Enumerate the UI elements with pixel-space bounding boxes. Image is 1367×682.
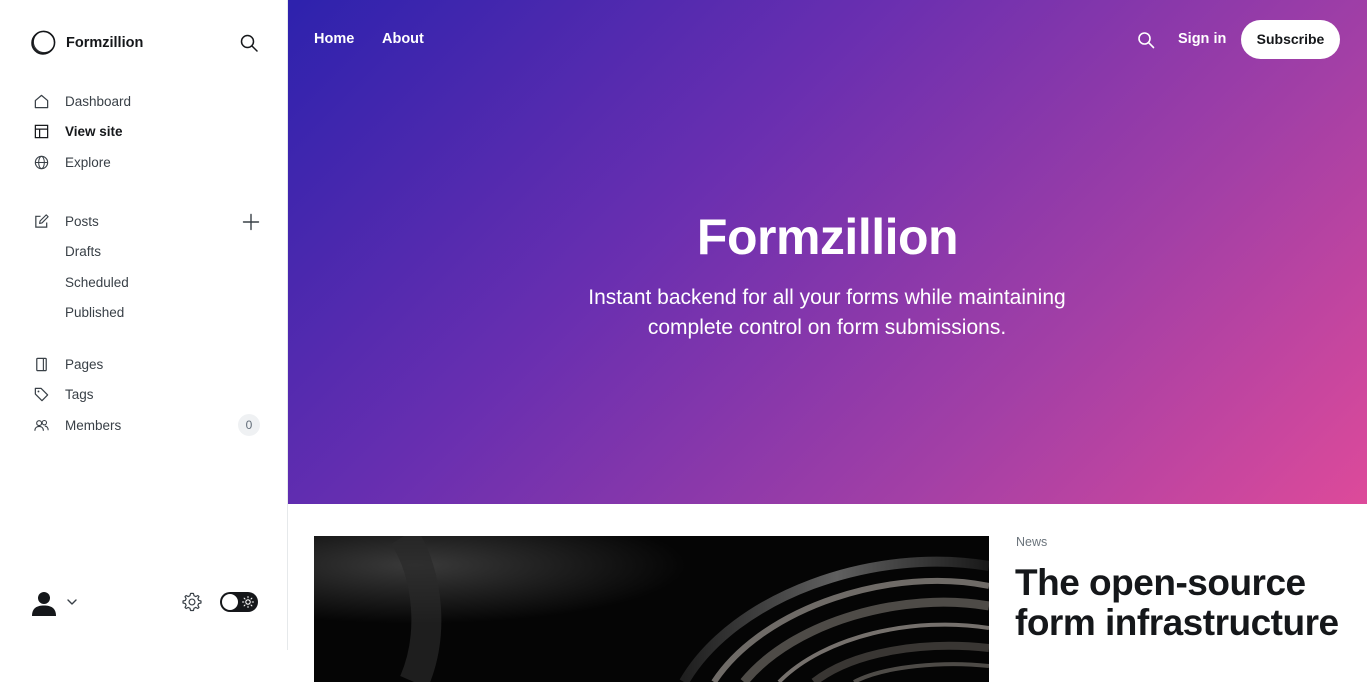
sign-in-link[interactable]: Sign in: [1178, 31, 1226, 47]
add-post-button[interactable]: [241, 212, 261, 232]
edit-icon: [32, 212, 50, 230]
layout-icon: [32, 122, 50, 140]
chevron-down-icon[interactable]: [66, 596, 78, 608]
nav-pages[interactable]: Pages: [32, 352, 262, 376]
featured-post-title[interactable]: The open-source form infrastructure: [1015, 563, 1355, 643]
nav-drafts[interactable]: Drafts: [65, 242, 101, 262]
dark-mode-toggle[interactable]: [220, 592, 258, 612]
nav-tags-label: Tags: [65, 386, 94, 402]
admin-sidebar: Formzillion Dashboard View site Explore …: [0, 0, 288, 650]
abstract-curves-image: [314, 536, 989, 682]
brand-name: Formzillion: [66, 34, 144, 51]
toggle-knob: [222, 594, 238, 610]
nav-posts-label: Posts: [65, 213, 99, 229]
members-count-badge: 0: [238, 414, 260, 436]
post-tag[interactable]: News: [1016, 535, 1047, 549]
featured-post-image[interactable]: [314, 536, 989, 682]
subscribe-button[interactable]: Subscribe: [1241, 20, 1340, 59]
nav-about-link[interactable]: About: [382, 31, 424, 47]
nav-posts[interactable]: Posts: [32, 209, 262, 233]
nav-dashboard-label: Dashboard: [65, 93, 132, 109]
nav-view-site[interactable]: View site: [32, 119, 262, 143]
nav-members-label: Members: [65, 417, 122, 433]
sun-icon: [242, 596, 254, 608]
site-title: Formzillion: [696, 209, 959, 265]
nav-published[interactable]: Published: [65, 303, 124, 323]
search-icon[interactable]: [1137, 31, 1155, 49]
nav-members[interactable]: Members: [32, 413, 262, 437]
nav-tags[interactable]: Tags: [32, 382, 262, 406]
tag-icon: [32, 385, 50, 403]
nav-scheduled[interactable]: Scheduled: [65, 273, 129, 293]
members-icon: [32, 416, 50, 434]
nav-dashboard[interactable]: Dashboard: [32, 89, 262, 113]
globe-icon: [32, 153, 50, 171]
circle-logo-icon: [31, 30, 56, 55]
brand[interactable]: Formzillion: [30, 29, 143, 56]
search-icon[interactable]: [239, 33, 259, 53]
nav-pages-label: Pages: [65, 356, 104, 372]
pages-icon: [32, 355, 50, 373]
user-avatar-icon[interactable]: [31, 589, 57, 617]
home-icon: [32, 92, 50, 110]
nav-explore-label: Explore: [65, 154, 111, 170]
nav-explore[interactable]: Explore: [32, 150, 262, 174]
nav-home-link[interactable]: Home: [314, 31, 354, 47]
nav-view-site-label: View site: [65, 123, 123, 139]
site-description: Instant backend for all your forms while…: [588, 286, 1066, 339]
gear-icon[interactable]: [181, 591, 203, 613]
site-preview: Home About Sign in Subscribe Formzillion…: [288, 0, 1367, 682]
hero-section: Home About Sign in Subscribe Formzillion…: [288, 0, 1367, 504]
